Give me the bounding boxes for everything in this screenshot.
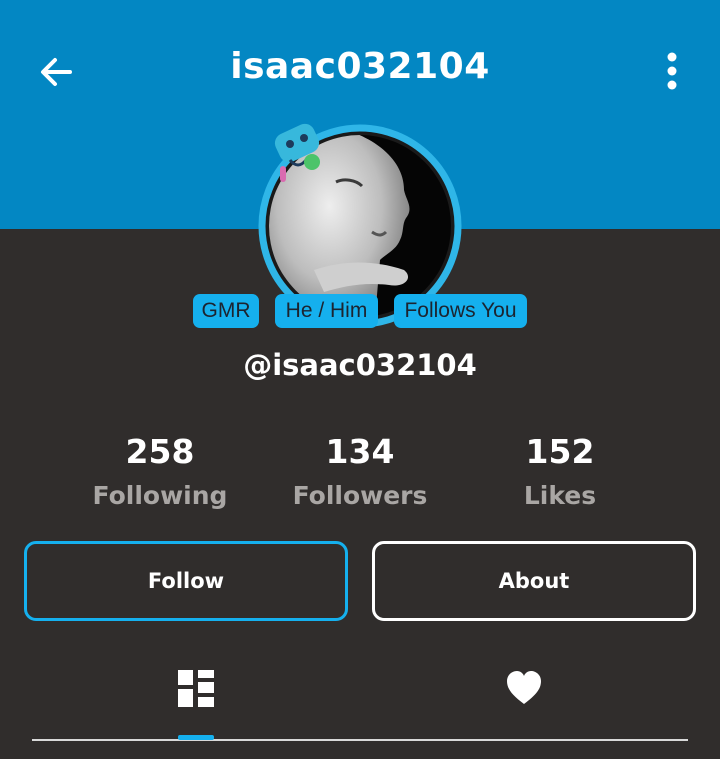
stat-label: Likes [523, 481, 597, 510]
tab-likes[interactable] [506, 668, 542, 712]
stat-value: 134 [325, 432, 395, 471]
active-tab-indicator [178, 735, 214, 740]
stat-label: Following [92, 481, 228, 510]
stat-following[interactable]: 258 Following [50, 432, 270, 516]
tab-posts[interactable] [178, 668, 214, 712]
about-button[interactable]: About [372, 541, 696, 621]
page-title: isaac032104 [230, 46, 490, 87]
heart-icon [507, 671, 541, 704]
stat-likes[interactable]: 152 Likes [450, 432, 670, 516]
badge-pronouns: He / Him [275, 294, 378, 328]
badge-gmr: GMR [193, 294, 259, 328]
stat-value: 152 [525, 432, 595, 471]
profile-badges: GMR He / Him Follows You [0, 294, 720, 328]
badge-follows-you: Follows You [394, 294, 527, 328]
more-vertical-icon[interactable] [660, 50, 684, 92]
tab-divider [32, 739, 688, 741]
stat-value: 258 [125, 432, 195, 471]
stat-followers[interactable]: 134 Followers [250, 432, 470, 516]
stat-label: Followers [292, 481, 428, 510]
grid-icon [178, 670, 214, 707]
username-handle: @isaac032104 [243, 348, 477, 382]
follow-button[interactable]: Follow [24, 541, 348, 621]
